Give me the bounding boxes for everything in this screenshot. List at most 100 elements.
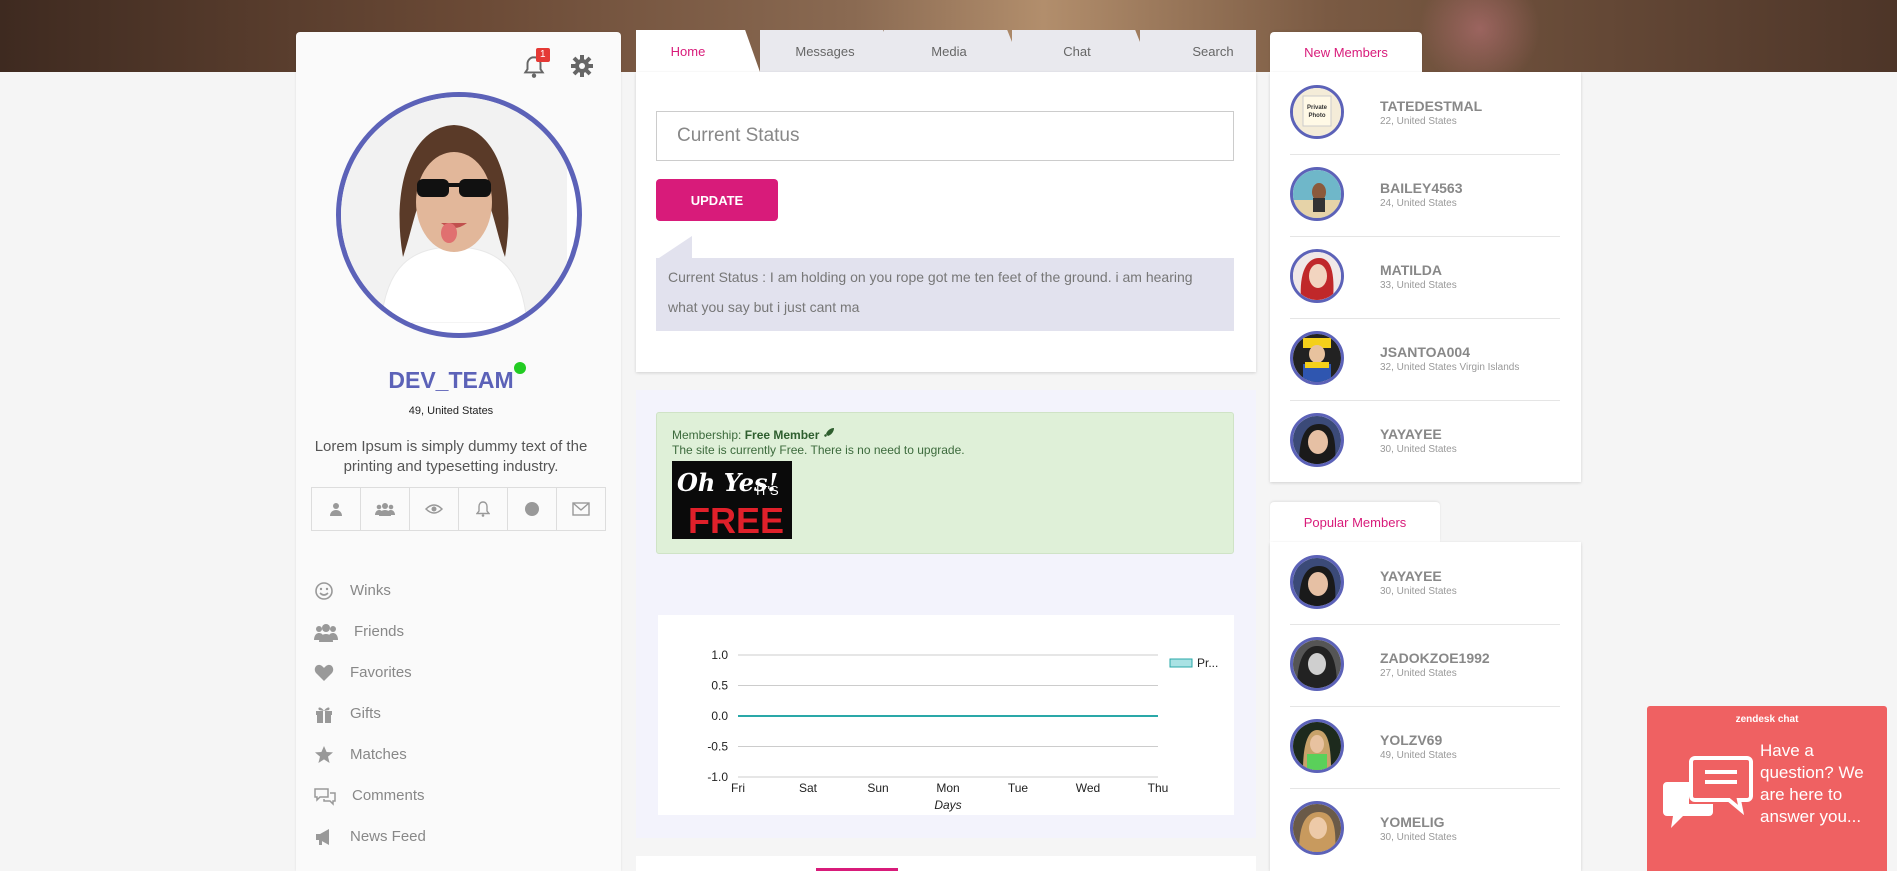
member-avatar[interactable]: [1290, 331, 1344, 385]
member-item[interactable]: MATILDA 33, United States: [1290, 236, 1560, 319]
nav-label: Gifts: [350, 705, 381, 722]
member-item[interactable]: ZADOKZOE1992 27, United States: [1290, 624, 1560, 707]
popular-members-tab[interactable]: Popular Members: [1270, 502, 1440, 542]
member-avatar[interactable]: [1290, 801, 1344, 855]
nav-matches[interactable]: Matches: [314, 734, 594, 775]
notification-badge: 1: [536, 48, 550, 62]
y-tick-label: 1.0: [711, 648, 728, 662]
bell-icon[interactable]: [459, 488, 508, 530]
popular-members-panel: YAYAYEE 30, United States ZADOKZOE1992 2…: [1270, 542, 1581, 871]
new-members-panel: Private Photo TATEDESTMAL 22, United Stat…: [1270, 72, 1581, 482]
tab-label: Home: [670, 43, 706, 59]
x-tick-label: Sat: [799, 781, 818, 795]
tab-media[interactable]: Media: [884, 30, 1024, 72]
bubble-tip: [656, 236, 692, 260]
member-avatar[interactable]: [1290, 637, 1344, 691]
user-bio: Lorem Ipsum is simply dummy text of the …: [314, 438, 588, 475]
member-item[interactable]: YOMELIG 30, United States: [1290, 788, 1560, 870]
zendesk-title: zendesk chat: [1735, 714, 1799, 725]
legend-label: Pr...: [1197, 656, 1218, 670]
new-members-tab[interactable]: New Members: [1270, 32, 1422, 72]
legend-swatch: [1169, 658, 1193, 668]
rocket-icon: [823, 428, 834, 437]
member-name[interactable]: YAYAYEE: [1380, 568, 1442, 584]
nav-winks[interactable]: Winks: [314, 570, 594, 611]
member-avatar[interactable]: [1290, 167, 1344, 221]
circle-icon[interactable]: [508, 488, 557, 530]
username[interactable]: DEV_TEAM: [296, 367, 606, 394]
profile-action-bar: [311, 487, 606, 531]
nav-label: Favorites: [350, 664, 412, 681]
star-icon: [315, 745, 333, 763]
member-item[interactable]: JSANTOA004 32, United States Virgin Isla…: [1290, 318, 1560, 401]
tab-search[interactable]: Search: [1140, 30, 1256, 72]
smile-icon: [315, 581, 333, 600]
nav-favorites[interactable]: Favorites: [314, 652, 594, 693]
group-icon[interactable]: [361, 488, 410, 530]
bullhorn-icon: [316, 828, 329, 845]
membership-alert: Membership: Free Member The site is curr…: [656, 412, 1234, 554]
member-location: 22, United States: [1380, 116, 1457, 127]
member-avatar[interactable]: Private Photo: [1290, 85, 1344, 139]
tab-label: Search: [1192, 43, 1234, 59]
zendesk-question: Have a question? We are here to answer y…: [1760, 741, 1864, 826]
member-name[interactable]: YOMELIG: [1380, 814, 1445, 830]
x-tick-label: Sun: [867, 781, 888, 795]
x-tick-label: Wed: [1076, 781, 1100, 795]
pagination-bar: [636, 856, 1256, 871]
profile-avatar[interactable]: [336, 92, 582, 338]
member-name[interactable]: TATEDESTMAL: [1380, 98, 1482, 114]
nav-label: Winks: [350, 582, 391, 599]
member-name[interactable]: JSANTOA004: [1380, 344, 1470, 360]
user-icon[interactable]: [312, 488, 361, 530]
gift-icon: [316, 707, 332, 723]
member-name[interactable]: YOLZV69: [1380, 732, 1442, 748]
member-name[interactable]: YAYAYEE: [1380, 426, 1442, 442]
y-tick-label: 0.5: [711, 679, 728, 693]
eye-icon[interactable]: [410, 488, 459, 530]
nav-label: News Feed: [350, 828, 426, 845]
member-location: 49, United States: [1380, 750, 1457, 761]
member-item[interactable]: Private Photo TATEDESTMAL 22, United Stat…: [1290, 72, 1560, 155]
member-location: 27, United States: [1380, 668, 1457, 679]
tab-messages[interactable]: Messages: [760, 30, 900, 72]
member-avatar[interactable]: [1290, 555, 1344, 609]
status-input[interactable]: Current Status: [656, 111, 1234, 161]
member-name[interactable]: MATILDA: [1380, 262, 1442, 278]
member-location: 33, United States: [1380, 280, 1457, 291]
member-item[interactable]: YAYAYEE 30, United States: [1290, 400, 1560, 482]
membership-note: The site is currently Free. There is no …: [672, 443, 965, 457]
member-item[interactable]: YAYAYEE 30, United States: [1290, 542, 1560, 625]
side-nav: Winks Friends Favorites Gifts Matches Co…: [314, 570, 594, 857]
member-item[interactable]: BAILEY4563 24, United States: [1290, 154, 1560, 237]
svg-text:Private: Private: [1307, 105, 1328, 111]
member-name[interactable]: ZADOKZOE1992: [1380, 650, 1490, 666]
nav-news-feed[interactable]: News Feed: [314, 816, 594, 857]
member-avatar[interactable]: [1290, 249, 1344, 303]
nav-comments[interactable]: Comments: [314, 775, 594, 816]
promo-text-free: FREE: [688, 500, 784, 539]
x-tick-label: Thu: [1148, 781, 1169, 795]
nav-friends[interactable]: Friends: [314, 611, 594, 652]
member-avatar[interactable]: [1290, 719, 1344, 773]
tab-chat[interactable]: Chat: [1012, 30, 1152, 72]
zendesk-chat-widget[interactable]: zendesk chat Have a question? We are her…: [1647, 706, 1887, 871]
member-name[interactable]: BAILEY4563: [1380, 180, 1462, 196]
update-button[interactable]: UPDATE: [656, 179, 778, 221]
member-avatar[interactable]: [1290, 413, 1344, 467]
chat-bubble-icon: [1663, 756, 1753, 828]
member-item[interactable]: YOLZV69 49, United States: [1290, 706, 1560, 789]
membership-level: Free Member: [744, 428, 820, 442]
y-tick-label: -0.5: [707, 740, 728, 754]
x-axis-label: Days: [934, 798, 961, 812]
nav-gifts[interactable]: Gifts: [314, 693, 594, 734]
free-promo-image: Oh Yes! IT'S FREE: [672, 461, 792, 541]
x-tick-label: Fri: [731, 781, 745, 795]
envelope-icon[interactable]: [557, 488, 605, 530]
tab-home[interactable]: Home: [636, 30, 760, 72]
gear-icon[interactable]: [570, 54, 594, 78]
x-tick-label: Mon: [936, 781, 959, 795]
nav-label: Matches: [350, 746, 407, 763]
chart-svg: 1.0 0.5 0.0 -0.5 -1.0Fri Sat Sun Mon Tue Wed Thu Da…: [707, 648, 1218, 812]
promo-text-its: IT'S: [756, 483, 779, 498]
